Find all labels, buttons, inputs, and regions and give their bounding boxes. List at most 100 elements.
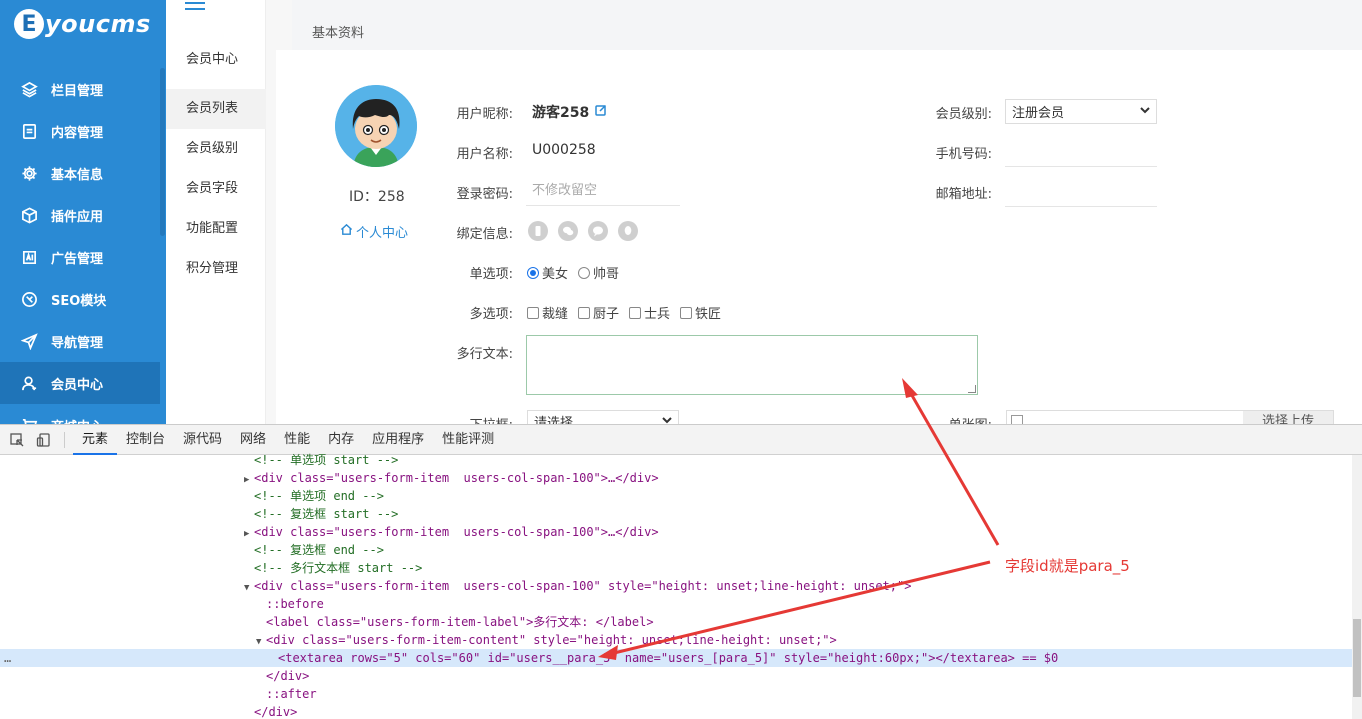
gear-icon bbox=[20, 164, 38, 182]
subnav-item-member-fields[interactable]: 会员字段 bbox=[166, 169, 266, 209]
tab-console[interactable]: 控制台 bbox=[117, 425, 174, 455]
tab-sources[interactable]: 源代码 bbox=[174, 425, 231, 455]
subnav-item-member-list[interactable]: 会员列表 bbox=[166, 89, 266, 129]
edit-icon[interactable] bbox=[595, 104, 607, 120]
tab-lighthouse[interactable]: 性能评测 bbox=[433, 425, 503, 455]
scrollbar-thumb[interactable] bbox=[1353, 619, 1361, 697]
sidebar-item-content[interactable]: 内容管理 bbox=[0, 110, 160, 152]
radio-option-2[interactable]: 帅哥 bbox=[578, 263, 619, 282]
radio-unchecked[interactable] bbox=[578, 266, 591, 279]
nickname-value: 游客258 bbox=[532, 102, 607, 122]
upload-button[interactable]: 选择上传 bbox=[1243, 411, 1333, 424]
checkbox[interactable] bbox=[527, 306, 539, 319]
phone-label: 手机号码: bbox=[935, 147, 992, 162]
sidebar-item-navigation[interactable]: 导航管理 bbox=[0, 320, 160, 362]
dom-line[interactable]: <!-- 单选项 start --> bbox=[0, 451, 1352, 469]
dom-line[interactable]: ::after bbox=[0, 685, 1352, 703]
checkbox[interactable] bbox=[578, 306, 591, 319]
image-upload-field[interactable]: 选择上传 bbox=[1006, 410, 1334, 424]
menu-toggle-icon[interactable] bbox=[185, 2, 205, 14]
sidebar-item-basic-info[interactable]: 基本信息 bbox=[0, 152, 160, 194]
dom-line[interactable]: </div> bbox=[0, 703, 1352, 719]
logo-badge: E bbox=[14, 9, 44, 39]
pseudo-text: ::before bbox=[266, 597, 324, 611]
sidebar-item-plugins[interactable]: 插件应用 bbox=[0, 194, 160, 236]
dom-line[interactable]: </div> bbox=[0, 667, 1352, 685]
sidebar-item-label: 栏目管理 bbox=[51, 83, 104, 99]
dom-line[interactable]: ▼ <div class="users-form-item users-col-s… bbox=[0, 577, 1352, 595]
radio-option-label: 帅哥 bbox=[593, 267, 620, 282]
password-input[interactable]: 不修改留空 bbox=[526, 176, 680, 206]
tab-elements[interactable]: 元素 bbox=[73, 425, 118, 455]
sidebar-item-label: 插件应用 bbox=[51, 209, 104, 225]
user-center-link[interactable]: 个人中心 bbox=[340, 222, 408, 241]
sidebar-item-shop[interactable]: 商城中心 bbox=[0, 404, 160, 424]
radio-checked[interactable] bbox=[527, 266, 539, 279]
multiline-textarea[interactable] bbox=[526, 335, 978, 395]
username-label: 用户名称: bbox=[456, 147, 513, 162]
radio-label: 单选项: bbox=[469, 267, 513, 282]
checkbox[interactable] bbox=[629, 306, 642, 319]
node-text: </div> bbox=[266, 669, 310, 683]
document-icon bbox=[20, 122, 38, 140]
email-input[interactable] bbox=[1005, 177, 1157, 207]
resize-handle[interactable] bbox=[968, 385, 976, 393]
mobile-icon[interactable] bbox=[528, 221, 548, 241]
dom-line[interactable]: ▶ <div class="users-form-item users-col-s… bbox=[0, 523, 1352, 541]
level-select[interactable]: 注册会员 bbox=[1005, 99, 1157, 124]
checkbox-option-4[interactable]: 铁匠 bbox=[680, 303, 721, 322]
cube-icon bbox=[20, 206, 38, 224]
dom-line[interactable]: <!-- 复选框 end --> bbox=[0, 541, 1352, 559]
sidebar-item-ads[interactable]: 广告管理 bbox=[0, 236, 160, 278]
dropdown-select[interactable]: 请选择 bbox=[527, 410, 679, 424]
sidebar-item-columns[interactable]: 栏目管理 bbox=[0, 68, 160, 110]
checkbox-option-2[interactable]: 厨子 bbox=[578, 303, 619, 322]
dom-line[interactable]: <!-- 多行文本框 start --> bbox=[0, 559, 1352, 577]
comment-text: <!-- 单选项 start --> bbox=[254, 453, 399, 467]
phone-input[interactable] bbox=[1005, 137, 1157, 167]
device-toggle-icon[interactable] bbox=[36, 432, 52, 448]
annotation-text: 字段id就是para_5 bbox=[1005, 557, 1130, 575]
sidebar-item-member-center[interactable]: 会员中心 bbox=[0, 362, 160, 404]
comment-text: <!-- 多行文本框 start --> bbox=[254, 561, 423, 575]
dom-line[interactable]: <!-- 单选项 end --> bbox=[0, 487, 1352, 505]
tab-application[interactable]: 应用程序 bbox=[363, 425, 433, 455]
dom-line-selected[interactable]: <textarea rows="5" cols="60" id="users__… bbox=[0, 649, 1352, 667]
logo[interactable]: E youcms bbox=[14, 6, 151, 42]
checkbox-option-label: 厨子 bbox=[593, 307, 620, 322]
layers-icon bbox=[20, 80, 38, 98]
dom-line[interactable]: <label class="users-form-item-label">多行文… bbox=[0, 613, 1352, 631]
qq-icon[interactable] bbox=[618, 221, 638, 241]
inspect-element-icon[interactable] bbox=[9, 432, 25, 448]
dom-line[interactable]: <!-- 复选框 start --> bbox=[0, 505, 1352, 523]
sidebar-item-seo[interactable]: SEO模块 bbox=[0, 278, 160, 320]
subnav-item-function-config[interactable]: 功能配置 bbox=[166, 209, 266, 249]
dom-line[interactable]: ▶ <div class="users-form-item users-col-s… bbox=[0, 469, 1352, 487]
cart-icon bbox=[20, 416, 38, 424]
sidebar: E youcms 栏目管理 内容管理 基本信息 插件应用 广告管理 SEO模块 … bbox=[0, 0, 166, 424]
node-text: <div class="users-form-item users-col-sp… bbox=[254, 525, 659, 539]
email-label: 邮箱地址: bbox=[935, 187, 992, 202]
image-icon bbox=[1011, 415, 1023, 424]
wechat-icon[interactable] bbox=[558, 221, 578, 241]
checkbox[interactable] bbox=[680, 306, 693, 319]
chat-icon[interactable] bbox=[588, 221, 608, 241]
devtools-scrollbar[interactable] bbox=[1352, 455, 1362, 719]
pseudo-text: ::after bbox=[266, 687, 317, 701]
tab-memory[interactable]: 内存 bbox=[319, 425, 363, 455]
dom-line[interactable]: ▼ <div class="users-form-item-content" st… bbox=[0, 631, 1352, 649]
more-icon[interactable]: … bbox=[4, 649, 11, 667]
radio-option-1[interactable]: 美女 bbox=[527, 263, 568, 282]
subnav-item-points[interactable]: 积分管理 bbox=[166, 249, 266, 289]
sidebar-item-label: 会员中心 bbox=[51, 377, 104, 393]
checkbox-option-3[interactable]: 士兵 bbox=[629, 303, 670, 322]
tab-performance[interactable]: 性能 bbox=[275, 425, 319, 455]
subnav-item-member-level[interactable]: 会员级别 bbox=[166, 129, 266, 169]
textarea-label: 多行文本: bbox=[456, 347, 513, 362]
dom-line[interactable]: ::before bbox=[0, 595, 1352, 613]
checkbox-option-1[interactable]: 裁缝 bbox=[527, 303, 568, 322]
logo-text: youcms bbox=[45, 10, 151, 38]
devtools-panel: 元素 控制台 源代码 网络 性能 内存 应用程序 性能评测 <!-- 单选项 s… bbox=[0, 424, 1362, 719]
tab-network[interactable]: 网络 bbox=[231, 425, 275, 455]
sidebar-scrollbar[interactable] bbox=[160, 68, 165, 236]
